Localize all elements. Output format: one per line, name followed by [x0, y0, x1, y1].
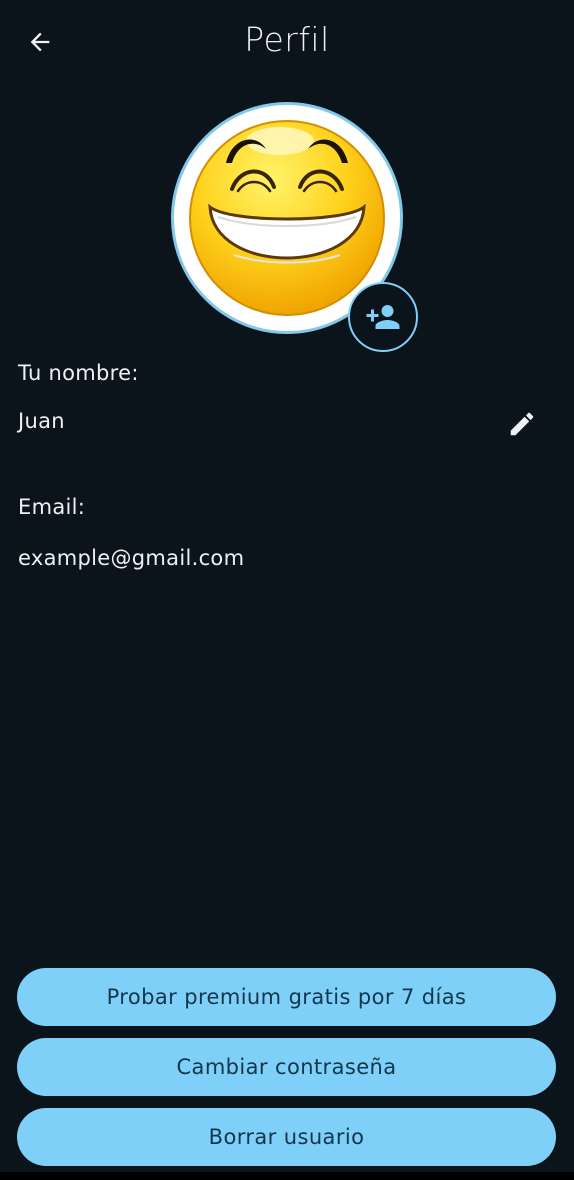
person-add-icon: [366, 305, 400, 329]
pencil-icon: [510, 412, 534, 436]
bottom-edge: [0, 1172, 574, 1180]
email-value: example@gmail.com: [18, 546, 245, 570]
page-title: Perfil: [244, 20, 330, 59]
delete-user-button[interactable]: Borrar usuario: [17, 1108, 556, 1166]
edit-name-button[interactable]: [502, 404, 542, 444]
change-password-button[interactable]: Cambiar contraseña: [17, 1038, 556, 1096]
profile-screen: Perfil Tu nombre: Juan Email: example@gm…: [0, 0, 574, 1172]
name-label: Tu nombre:: [18, 361, 139, 385]
email-label: Email:: [18, 495, 86, 519]
premium-trial-button[interactable]: Probar premium gratis por 7 días: [17, 968, 556, 1026]
add-photo-button[interactable]: [348, 282, 418, 352]
name-value: Juan: [18, 409, 65, 433]
